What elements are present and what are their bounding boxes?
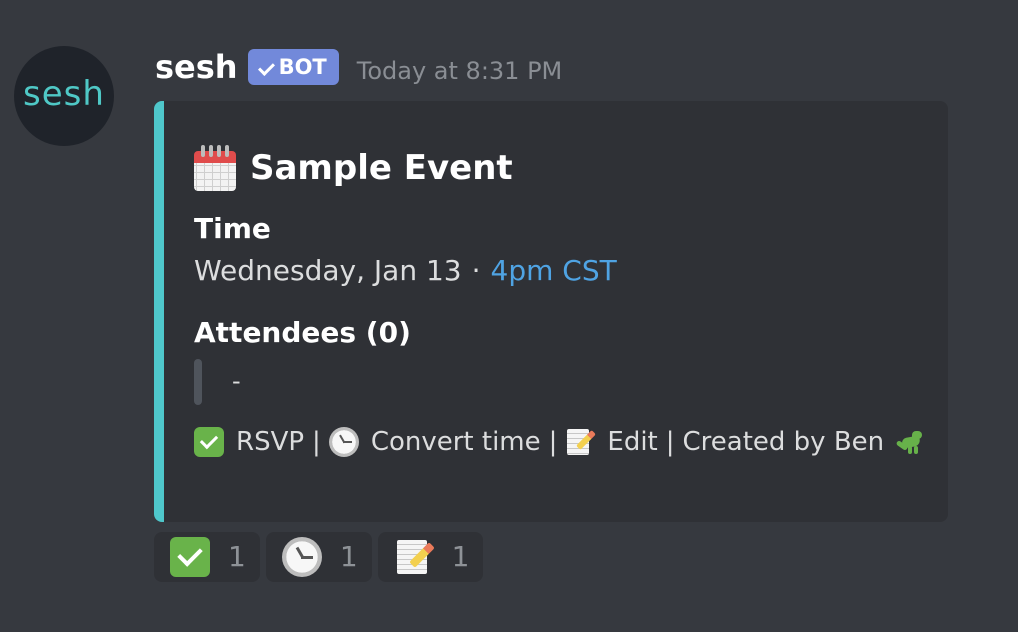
clock-icon bbox=[328, 427, 359, 457]
time-field-name: Time bbox=[194, 212, 271, 245]
rsvp-link[interactable]: RSVP bbox=[236, 429, 304, 455]
memo-icon bbox=[394, 537, 435, 577]
reaction-memo[interactable]: 1 bbox=[377, 532, 484, 582]
reaction-count: 1 bbox=[339, 540, 358, 573]
event-time-link[interactable]: 4pm CST bbox=[491, 257, 617, 285]
attendees-field-name: Attendees (0) bbox=[194, 316, 411, 349]
embed-content: Sample Event Time Wednesday, Jan 13 · 4p… bbox=[194, 141, 928, 502]
convert-time-link[interactable]: Convert time bbox=[371, 429, 541, 455]
spiral-calendar-icon bbox=[194, 145, 236, 191]
verified-check-icon bbox=[258, 60, 273, 75]
embed-title: Sample Event bbox=[194, 141, 928, 195]
attendees-field-value: - bbox=[194, 359, 928, 405]
attendees-list: - bbox=[232, 367, 241, 395]
avatar[interactable]: sesh bbox=[14, 46, 114, 146]
footer-separator: | bbox=[665, 427, 675, 457]
avatar-text: sesh bbox=[23, 74, 105, 114]
chat-message: sesh sesh BOT Today at 8:31 PM Sample Ev… bbox=[0, 0, 1018, 632]
embed-accent-bar bbox=[154, 101, 164, 522]
quote-bar bbox=[194, 359, 202, 405]
check-mark-button-icon bbox=[194, 427, 224, 457]
reaction-clock[interactable]: 1 bbox=[265, 532, 372, 582]
reaction-count: 1 bbox=[451, 540, 470, 573]
footer-separator: | bbox=[548, 427, 558, 457]
edit-link[interactable]: Edit bbox=[607, 429, 657, 455]
created-by-text: Created by Ben bbox=[682, 427, 885, 457]
timestamp: Today at 8:31 PM bbox=[356, 57, 563, 85]
bot-badge-label: BOT bbox=[278, 55, 327, 79]
event-title: Sample Event bbox=[250, 148, 513, 188]
reaction-count: 1 bbox=[228, 540, 246, 573]
t-rex-icon bbox=[895, 427, 926, 457]
bot-badge: BOT bbox=[247, 49, 339, 85]
memo-icon bbox=[565, 427, 597, 457]
check-mark-button-icon bbox=[170, 537, 210, 577]
reaction-check[interactable]: 1 bbox=[154, 532, 260, 582]
username[interactable]: sesh bbox=[155, 51, 238, 83]
event-date: Wednesday, Jan 13 bbox=[194, 254, 462, 287]
footer-separator: | bbox=[312, 427, 321, 457]
time-separator: · bbox=[471, 254, 481, 287]
reactions-row: 1 1 1 bbox=[154, 532, 484, 582]
message-header: sesh BOT Today at 8:31 PM bbox=[155, 46, 562, 88]
time-field-value: Wednesday, Jan 13 · 4pm CST bbox=[194, 257, 928, 285]
clock-icon bbox=[281, 537, 322, 577]
event-embed: Sample Event Time Wednesday, Jan 13 · 4p… bbox=[154, 101, 948, 522]
embed-footer-links: RSVP | Convert time | Edit | Created by … bbox=[194, 427, 928, 457]
